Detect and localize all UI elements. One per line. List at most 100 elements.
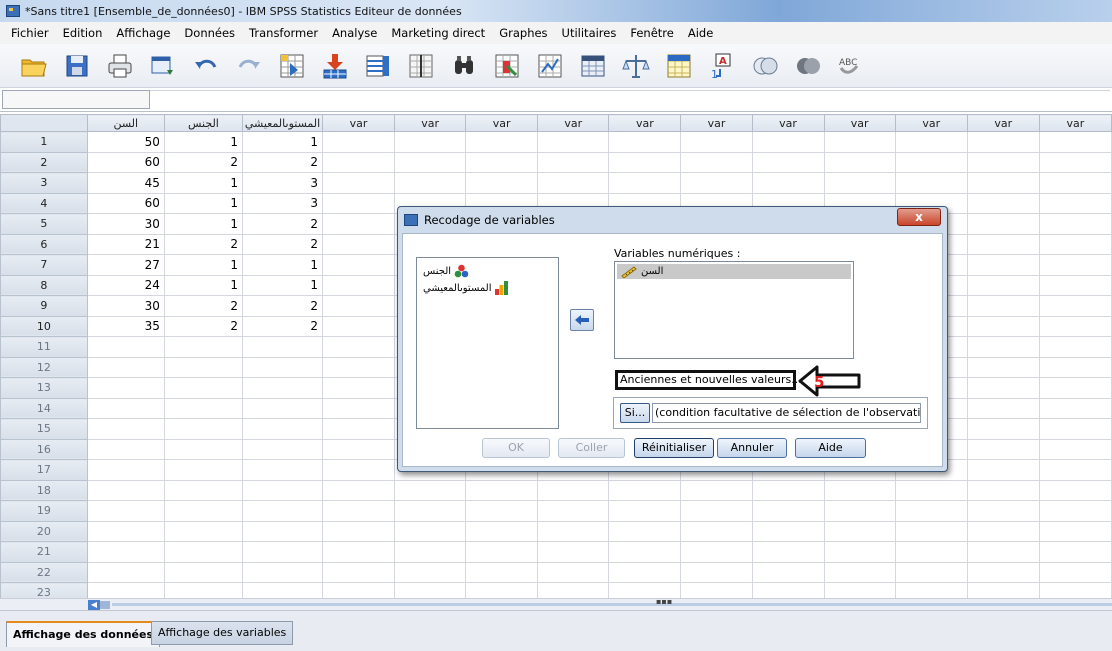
- tab-variable-view[interactable]: Affichage des variables: [151, 621, 294, 645]
- data-cell[interactable]: 30: [86, 213, 165, 235]
- data-cell[interactable]: [537, 582, 610, 598]
- data-cell[interactable]: [1038, 541, 1112, 563]
- data-cell[interactable]: [163, 541, 244, 563]
- data-cell[interactable]: [242, 582, 323, 598]
- grid-corner[interactable]: [0, 114, 88, 132]
- data-cell[interactable]: [86, 356, 165, 378]
- data-cell[interactable]: [242, 356, 323, 378]
- data-cell[interactable]: 1: [163, 131, 244, 153]
- row-number[interactable]: 13: [0, 377, 88, 399]
- data-cell[interactable]: [608, 520, 682, 542]
- data-cell[interactable]: [465, 582, 539, 598]
- column-header-var[interactable]: var: [1038, 114, 1112, 132]
- weight-cases-icon[interactable]: [577, 50, 609, 82]
- data-cell[interactable]: [966, 336, 1040, 358]
- data-cell[interactable]: [751, 500, 825, 522]
- data-cell[interactable]: [465, 561, 539, 583]
- data-cell[interactable]: 1: [163, 172, 244, 194]
- data-cell[interactable]: [680, 541, 753, 563]
- data-cell[interactable]: [1038, 254, 1112, 276]
- splitter-handle-icon[interactable]: ▪▪▪: [656, 597, 672, 606]
- data-cell[interactable]: [1038, 377, 1112, 399]
- row-number[interactable]: 20: [0, 520, 88, 542]
- row-number[interactable]: 10: [0, 315, 88, 337]
- row-number[interactable]: 21: [0, 541, 88, 563]
- data-cell[interactable]: [163, 336, 244, 358]
- data-cell[interactable]: [966, 582, 1040, 598]
- data-cell[interactable]: [321, 479, 396, 501]
- data-cell[interactable]: [1038, 336, 1112, 358]
- data-cell[interactable]: [86, 500, 165, 522]
- column-header-variable[interactable]: الجنس: [163, 114, 244, 132]
- data-cell[interactable]: [321, 151, 396, 173]
- data-cell[interactable]: [321, 438, 396, 460]
- data-cell[interactable]: 27: [86, 254, 165, 276]
- menu-analyse[interactable]: Analyse: [325, 26, 384, 40]
- data-cell[interactable]: [163, 356, 244, 378]
- data-cell[interactable]: [751, 479, 825, 501]
- column-header-var[interactable]: var: [823, 114, 896, 132]
- data-cell[interactable]: 1: [242, 274, 323, 296]
- tab-data-view[interactable]: Affichage des données: [6, 621, 160, 647]
- data-cell[interactable]: [966, 254, 1040, 276]
- data-cell[interactable]: [242, 397, 323, 419]
- dialog-recall-icon[interactable]: [147, 50, 179, 82]
- data-cell[interactable]: [394, 582, 467, 598]
- data-cell[interactable]: [163, 479, 244, 501]
- data-cell[interactable]: [966, 213, 1040, 235]
- data-cell[interactable]: [465, 479, 539, 501]
- menu-fichier[interactable]: Fichier: [4, 26, 56, 40]
- row-number[interactable]: 1: [0, 131, 88, 153]
- scroll-left-icon[interactable]: ◀: [88, 600, 100, 610]
- data-cell[interactable]: [242, 377, 323, 399]
- data-cell[interactable]: [242, 520, 323, 542]
- data-cell[interactable]: [163, 582, 244, 598]
- data-cell[interactable]: 2: [163, 151, 244, 173]
- data-cell[interactable]: [1038, 233, 1112, 255]
- find-icon[interactable]: [405, 50, 437, 82]
- data-cell[interactable]: [966, 479, 1040, 501]
- data-cell[interactable]: [1038, 295, 1112, 317]
- variables-icon[interactable]: [362, 50, 394, 82]
- column-header-var[interactable]: var: [966, 114, 1040, 132]
- data-cell[interactable]: [242, 418, 323, 440]
- data-cell[interactable]: [823, 151, 896, 173]
- data-cell[interactable]: 3: [242, 172, 323, 194]
- data-cell[interactable]: [680, 520, 753, 542]
- row-number[interactable]: 18: [0, 479, 88, 501]
- data-cell[interactable]: [321, 315, 396, 337]
- column-header-var[interactable]: var: [321, 114, 396, 132]
- data-cell[interactable]: [608, 582, 682, 598]
- horizontal-scrollbar[interactable]: ◀ ▪▪▪: [0, 597, 1112, 610]
- data-cell[interactable]: [966, 151, 1040, 173]
- cell-reference-box[interactable]: [2, 90, 150, 109]
- row-number[interactable]: 22: [0, 561, 88, 583]
- data-cell[interactable]: [465, 500, 539, 522]
- data-cell[interactable]: [751, 541, 825, 563]
- data-cell[interactable]: [321, 459, 396, 481]
- data-cell[interactable]: [966, 356, 1040, 378]
- reset-button[interactable]: Réinitialiser: [634, 438, 714, 458]
- data-cell[interactable]: [465, 541, 539, 563]
- data-cell[interactable]: [321, 254, 396, 276]
- column-header-var[interactable]: var: [680, 114, 753, 132]
- data-cell[interactable]: 50: [86, 131, 165, 153]
- data-cell[interactable]: [894, 582, 968, 598]
- abc-spell-icon[interactable]: ABC: [835, 50, 867, 82]
- data-cell[interactable]: 1: [163, 213, 244, 235]
- column-header-variable[interactable]: السن: [86, 114, 165, 132]
- data-cell[interactable]: [465, 151, 539, 173]
- data-cell[interactable]: [321, 561, 396, 583]
- if-button[interactable]: Si...: [620, 403, 650, 423]
- data-cell[interactable]: [966, 438, 1040, 460]
- data-cell[interactable]: 1: [163, 254, 244, 276]
- data-cell[interactable]: [86, 541, 165, 563]
- data-cell[interactable]: [823, 172, 896, 194]
- scroll-thumb[interactable]: [100, 601, 110, 609]
- data-cell[interactable]: [1038, 459, 1112, 481]
- row-number[interactable]: 23: [0, 582, 88, 598]
- data-cell[interactable]: [894, 520, 968, 542]
- data-cell[interactable]: [1038, 520, 1112, 542]
- show-all-variables-icon[interactable]: [749, 50, 781, 82]
- row-number[interactable]: 12: [0, 356, 88, 378]
